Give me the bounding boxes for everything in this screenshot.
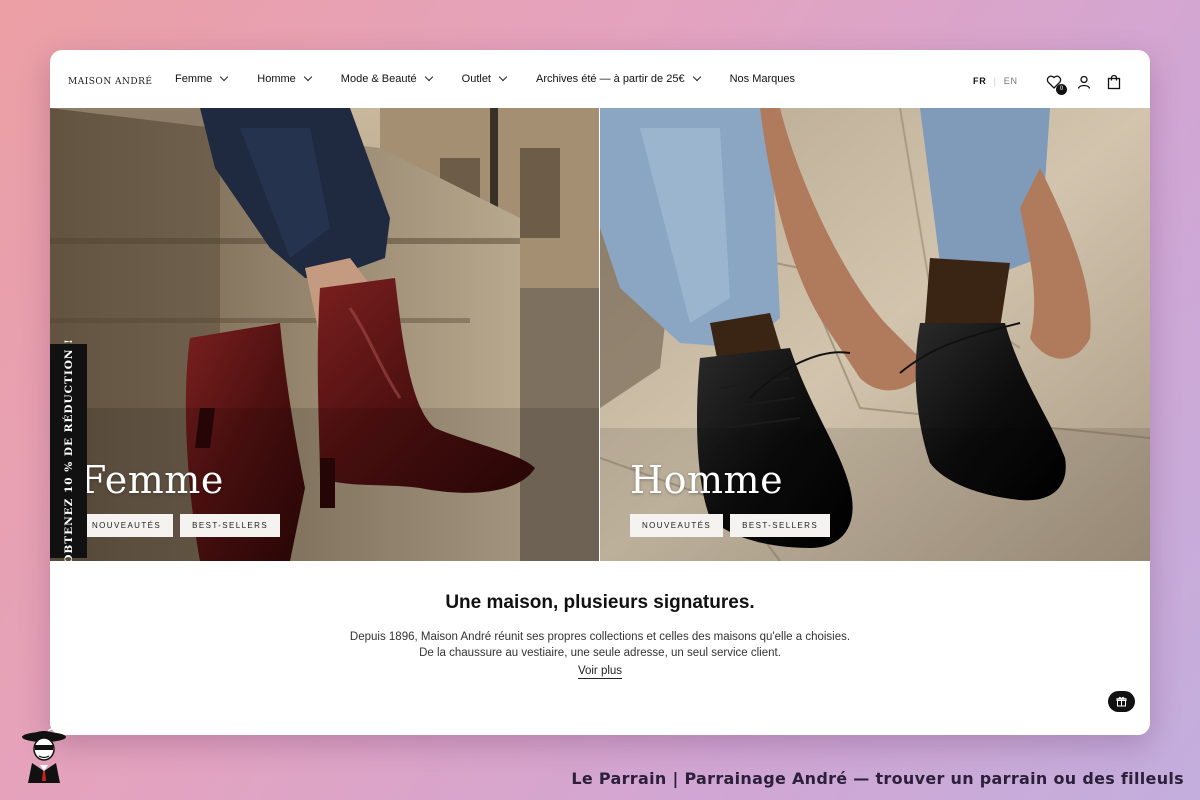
header-icons: 0 bbox=[1046, 74, 1122, 95]
femme-nouveautes-button[interactable]: NOUVEAUTÉS bbox=[80, 514, 174, 537]
homme-buttons: NOUVEAUTÉS BEST-SELLERS bbox=[630, 514, 837, 537]
hero-panel-femme[interactable]: Femme NOUVEAUTÉS BEST-SELLERS OBTENEZ 10… bbox=[50, 108, 600, 561]
language-switcher: FR | EN bbox=[973, 76, 1018, 86]
site-header: MAISON ANDRÉ Femme Homme Mode & Beauté O… bbox=[50, 50, 1150, 108]
intro-heading: Une maison, plusieurs signatures. bbox=[445, 592, 755, 613]
femme-buttons: NOUVEAUTÉS BEST-SELLERS bbox=[80, 514, 287, 537]
homme-best-sellers-button[interactable]: BEST-SELLERS bbox=[730, 514, 831, 537]
account-icon[interactable] bbox=[1076, 74, 1092, 90]
nav-label-mode-beaute: Mode & Beauté bbox=[340, 73, 417, 85]
lang-divider: | bbox=[993, 76, 997, 86]
nav-item-homme[interactable]: Homme bbox=[257, 72, 313, 85]
hero-split: Femme NOUVEAUTÉS BEST-SELLERS OBTENEZ 10… bbox=[50, 108, 1150, 561]
hero-panel-homme[interactable]: Homme NOUVEAUTÉS BEST-SELLERS bbox=[600, 108, 1150, 561]
promo-tab-label: OBTENEZ 10 % DE RÉDUCTION ! bbox=[62, 338, 75, 561]
gift-icon bbox=[1116, 696, 1127, 707]
voir-plus-link[interactable]: Voir plus bbox=[577, 664, 623, 679]
chevron-down-icon bbox=[498, 72, 508, 82]
nav-label-femme: Femme bbox=[175, 73, 213, 85]
nav-item-outlet[interactable]: Outlet bbox=[461, 72, 508, 85]
hero-title-femme: Femme bbox=[80, 458, 224, 502]
gift-button[interactable] bbox=[1108, 691, 1135, 712]
lang-en[interactable]: EN bbox=[1004, 76, 1018, 86]
chevron-down-icon bbox=[303, 72, 313, 82]
browser-window: MAISON ANDRÉ Femme Homme Mode & Beauté O… bbox=[50, 50, 1150, 735]
chevron-down-icon bbox=[692, 72, 701, 82]
discount-promo-tab[interactable]: OBTENEZ 10 % DE RÉDUCTION ! bbox=[50, 338, 87, 561]
footer-caption: Le Parrain | Parrainage André — trouver … bbox=[571, 769, 1184, 788]
nav-item-mode-beaute[interactable]: Mode & Beauté bbox=[340, 72, 433, 85]
nav-label-outlet: Outlet bbox=[461, 73, 491, 85]
chevron-down-icon bbox=[220, 72, 229, 82]
main-nav: Femme Homme Mode & Beauté Outlet Archive… bbox=[175, 50, 825, 108]
nav-label-archives-ete: Archives été — à partir de 25€ bbox=[536, 73, 685, 85]
wishlist-count-badge: 0 bbox=[1056, 84, 1067, 95]
hero-title-homme: Homme bbox=[630, 458, 784, 502]
femme-best-sellers-button[interactable]: BEST-SELLERS bbox=[180, 514, 281, 537]
lang-fr[interactable]: FR bbox=[973, 76, 987, 86]
nav-item-femme[interactable]: Femme bbox=[175, 72, 229, 85]
nav-label-nos-marques: Nos Marques bbox=[729, 73, 795, 85]
bag-icon[interactable] bbox=[1106, 74, 1122, 90]
nav-label-homme: Homme bbox=[257, 73, 296, 85]
chevron-down-icon bbox=[424, 72, 433, 82]
parrain-mascot-logo bbox=[22, 727, 66, 783]
nav-item-archives-ete[interactable]: Archives été — à partir de 25€ bbox=[536, 72, 701, 85]
brand-intro: Une maison, plusieurs signatures. Depuis… bbox=[50, 561, 1150, 679]
intro-line-2: De la chaussure au vestiaire, une seule … bbox=[419, 647, 781, 659]
intro-line-1: Depuis 1896, Maison André réunit ses pro… bbox=[349, 631, 851, 643]
brand-logo[interactable]: MAISON ANDRÉ bbox=[68, 77, 153, 87]
homme-nouveautes-button[interactable]: NOUVEAUTÉS bbox=[630, 514, 724, 537]
wishlist-icon[interactable]: 0 bbox=[1046, 74, 1067, 95]
nav-item-nos-marques[interactable]: Nos Marques bbox=[730, 73, 795, 85]
intro-text: Depuis 1896, Maison André réunit ses pro… bbox=[50, 629, 1150, 661]
